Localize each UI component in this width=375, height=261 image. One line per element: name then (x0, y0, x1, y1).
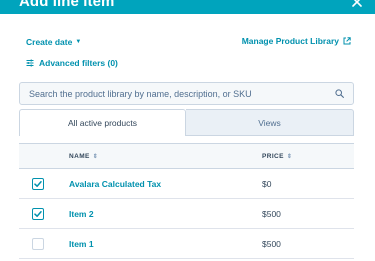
table-row: Item 2 $500 (19, 199, 354, 229)
create-date-label: Create date (26, 37, 73, 47)
product-price: $500 (262, 209, 281, 219)
column-header-name[interactable]: NAME ⇕ (69, 153, 98, 160)
product-price: $0 (262, 179, 272, 189)
modal-header: Add line item (0, 0, 375, 14)
column-header-price[interactable]: PRICE ⇕ (262, 153, 292, 160)
tab-all-active-products[interactable]: All active products (19, 109, 186, 136)
external-link-icon (343, 37, 351, 45)
advanced-filters-label: Advanced filters (0) (39, 58, 118, 68)
checkmark-icon (34, 181, 42, 187)
product-name-link[interactable]: Item 2 (69, 209, 94, 219)
tab-views[interactable]: Views (186, 109, 354, 136)
row-checkbox[interactable] (32, 178, 44, 190)
close-icon (352, 0, 362, 7)
caret-down-icon: ▼ (75, 39, 82, 45)
tab-bar: All active products Views (19, 109, 354, 136)
product-name-link[interactable]: Avalara Calculated Tax (69, 179, 161, 189)
table-row: Avalara Calculated Tax $0 (19, 169, 354, 199)
advanced-filters-button[interactable]: Advanced filters (0) (26, 58, 118, 68)
checkmark-icon (34, 211, 42, 217)
row-checkbox[interactable] (32, 208, 44, 220)
products-table: NAME ⇕ PRICE ⇕ Avalara Calculated Tax $0… (19, 143, 354, 259)
manage-product-library-link[interactable]: Manage Product Library (242, 36, 351, 46)
create-date-dropdown[interactable]: Create date ▼ (26, 37, 81, 47)
sort-icon: ⇕ (286, 154, 293, 160)
product-name-link[interactable]: Item 1 (69, 239, 94, 249)
search-box[interactable] (19, 82, 354, 105)
column-price-label: PRICE (262, 153, 284, 160)
search-icon[interactable] (335, 89, 344, 98)
row-checkbox[interactable] (32, 238, 44, 250)
product-price: $500 (262, 239, 281, 249)
manage-product-library-label: Manage Product Library (241, 36, 339, 46)
sort-icon: ⇕ (92, 154, 99, 160)
search-input[interactable] (29, 88, 335, 99)
table-header: NAME ⇕ PRICE ⇕ (19, 143, 354, 169)
column-name-label: NAME (69, 153, 90, 160)
filter-sliders-icon (26, 59, 34, 67)
table-row: Item 1 $500 (19, 229, 354, 259)
close-button[interactable] (347, 0, 367, 12)
modal-title: Add line item (19, 0, 115, 10)
